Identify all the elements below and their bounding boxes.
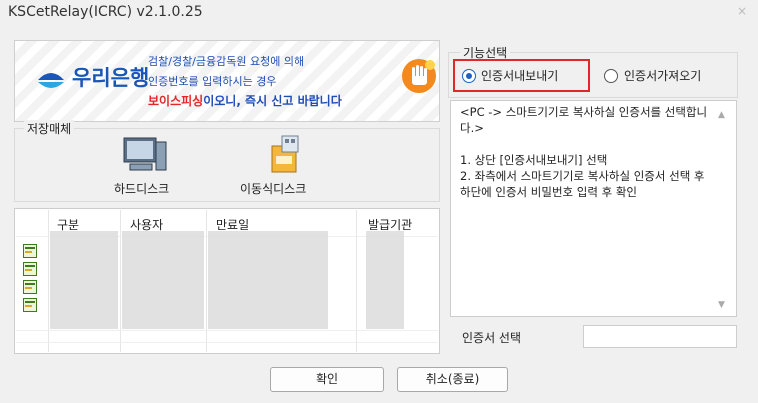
ok-button[interactable]: 확인 <box>270 367 384 392</box>
row-divider <box>16 330 438 331</box>
window-title: KSCetRelay(ICRC) v2.1.0.25 <box>8 4 203 20</box>
cancel-button[interactable]: 취소(종료) <box>397 367 508 392</box>
storage-group <box>14 128 440 202</box>
cert-select-field[interactable] <box>583 325 737 348</box>
import-radio[interactable] <box>604 69 618 83</box>
redacted-cell <box>208 231 328 329</box>
banner-line-3: 보이스피싱이오니, 즉시 신고 바랍니다 <box>148 92 342 109</box>
import-radio-label[interactable]: 인증서가져오기 <box>624 67 701 84</box>
banner-line-2: 인증번호를 입력하시는 경우 <box>148 75 277 88</box>
close-icon[interactable]: × <box>737 4 747 18</box>
row-divider <box>16 342 438 343</box>
stop-hand-icon <box>402 59 436 93</box>
certificate-icon[interactable] <box>23 298 37 312</box>
instruction-text: <PC -> 스마트기기로 복사하실 인증서를 선택합니다.> 1. 상단 [인… <box>460 105 708 199</box>
redacted-cell <box>122 231 204 329</box>
hard-disk-label[interactable]: 하드디스크 <box>114 180 169 197</box>
hard-disk-icon[interactable] <box>122 136 168 176</box>
certificate-icon[interactable] <box>23 262 37 276</box>
removable-disk-icon[interactable] <box>258 134 306 176</box>
export-radio-label[interactable]: 인증서내보내기 <box>481 67 558 84</box>
woori-logo-icon <box>38 73 64 88</box>
cert-select-label: 인증서 선택 <box>462 331 522 345</box>
certificate-icon[interactable] <box>23 280 37 294</box>
scroll-up-icon[interactable]: ▲ <box>718 110 725 120</box>
redacted-cell <box>366 231 404 329</box>
bank-name: 우리은행 <box>72 66 150 90</box>
banner-line-3-rest: 이오니, 즉시 신고 바랍니다 <box>203 94 342 108</box>
banner-warning-word: 보이스피싱 <box>148 94 204 108</box>
redacted-cell <box>50 231 118 329</box>
banner-line-1: 검찰/경찰/금융감독원 요청에 의해 <box>148 55 305 68</box>
storage-group-label: 저장매체 <box>24 120 75 137</box>
certificate-icon[interactable] <box>23 244 37 258</box>
scroll-down-icon[interactable]: ▼ <box>718 300 725 310</box>
export-radio[interactable] <box>462 69 476 83</box>
removable-disk-label[interactable]: 이동식디스크 <box>240 180 306 197</box>
